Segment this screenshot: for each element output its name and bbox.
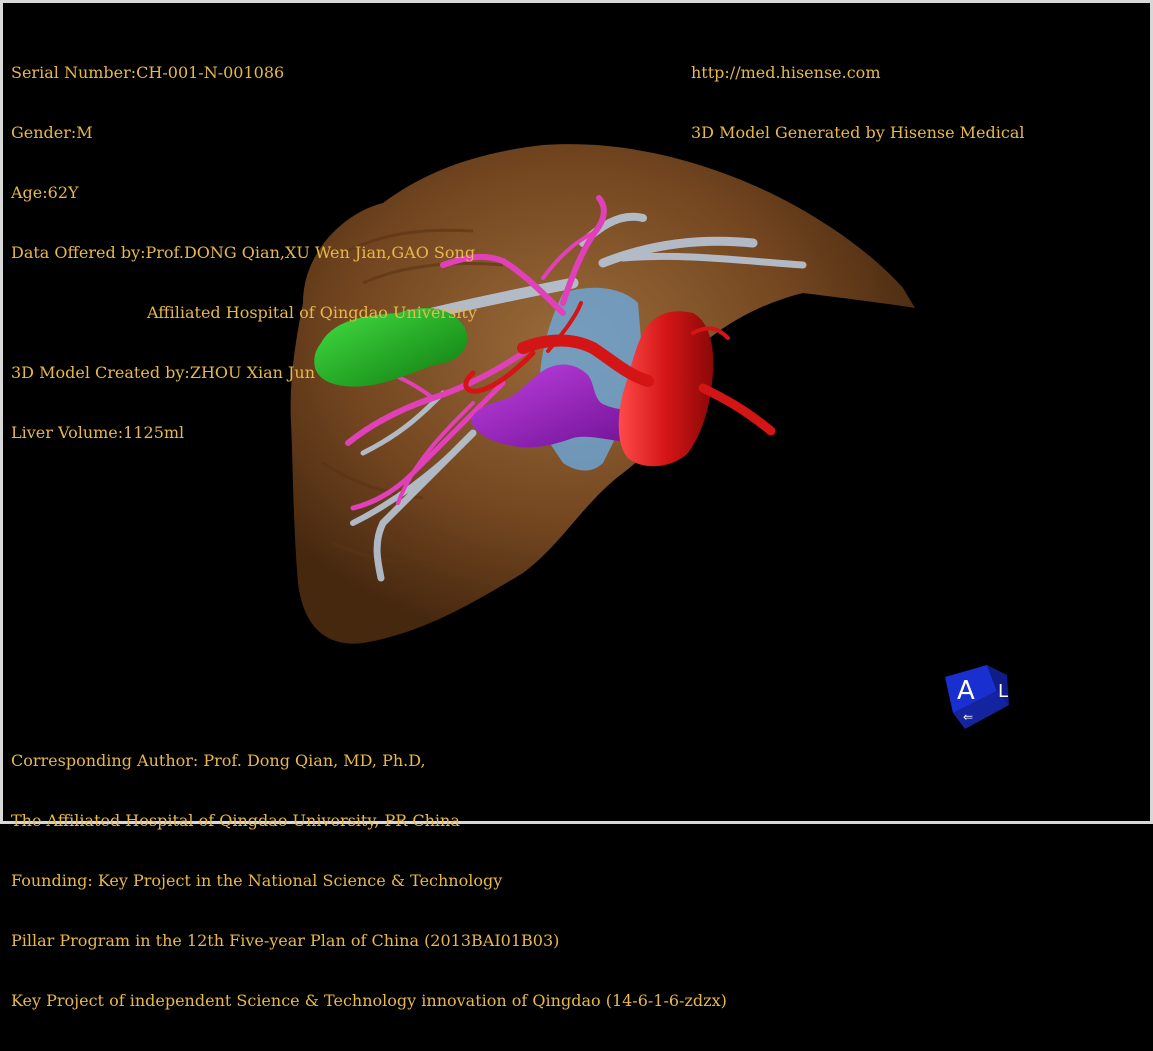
cube-front-label: A bbox=[957, 676, 975, 706]
age: Age:62Y bbox=[11, 183, 79, 202]
founding-note: Founding: Key Project in the National Sc… bbox=[11, 871, 503, 890]
program-note: Pillar Program in the 12th Five-year Pla… bbox=[11, 931, 560, 950]
patient-info-panel: Serial Number:CH-001-N-001086 Gender:M A… bbox=[11, 23, 477, 483]
generator-info-panel: http://med.hisense.com 3D Model Generate… bbox=[691, 23, 1024, 183]
data-offered-by: Data Offered by:Prof.DONG Qian,XU Wen Ji… bbox=[11, 243, 476, 262]
website-url: http://med.hisense.com bbox=[691, 63, 881, 82]
orientation-cube[interactable]: A L ⇐ bbox=[941, 661, 1011, 731]
hospital-name: Affiliated Hospital of Qingdao Universit… bbox=[147, 303, 477, 322]
cube-side-label: L bbox=[998, 681, 1008, 702]
project-note: Key Project of independent Science & Tec… bbox=[11, 991, 727, 1010]
generator-credit: 3D Model Generated by Hisense Medical bbox=[691, 123, 1025, 142]
3d-viewport[interactable]: Serial Number:CH-001-N-001086 Gender:M A… bbox=[0, 0, 1153, 1010]
credits-panel: Corresponding Author: Prof. Dong Qian, M… bbox=[11, 711, 727, 1051]
gender: Gender:M bbox=[11, 123, 93, 142]
corresponding-author: Corresponding Author: Prof. Dong Qian, M… bbox=[11, 751, 426, 770]
cube-arrow-icon: ⇐ bbox=[963, 710, 973, 724]
model-created-by: 3D Model Created by:ZHOU Xian Jun bbox=[11, 363, 316, 382]
liver-volume: Liver Volume:1125ml bbox=[11, 423, 185, 442]
author-affiliation: The Affiliated Hospital of Qingdao Unive… bbox=[11, 811, 460, 830]
serial-number: Serial Number:CH-001-N-001086 bbox=[11, 63, 285, 82]
